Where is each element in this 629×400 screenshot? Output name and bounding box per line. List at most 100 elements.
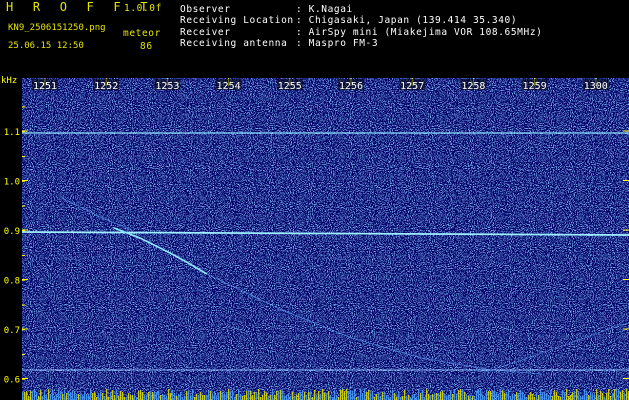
activity-bar <box>504 393 506 400</box>
activity-bar <box>564 392 566 400</box>
activity-bar <box>56 394 58 400</box>
y-tick-label: 0.6 <box>4 376 20 386</box>
activity-bar <box>190 396 192 400</box>
activity-bar <box>170 393 172 400</box>
activity-bar <box>44 391 46 400</box>
activity-bar <box>528 395 530 400</box>
activity-bar <box>224 394 226 400</box>
activity-bar <box>600 391 602 400</box>
activity-bar <box>270 395 272 400</box>
activity-bar <box>208 391 210 400</box>
activity-bar <box>154 391 156 400</box>
activity-bar <box>496 392 498 400</box>
activity-bar <box>120 391 122 400</box>
activity-bar <box>576 389 578 400</box>
activity-bar <box>552 396 554 400</box>
activity-bar <box>328 391 330 400</box>
activity-bar <box>76 394 78 400</box>
activity-bar <box>580 396 582 400</box>
activity-bar <box>458 390 460 400</box>
activity-bar <box>202 395 204 400</box>
activity-bar <box>532 394 534 400</box>
field-label-antenna: Receiving antenna <box>180 38 288 49</box>
activity-bar <box>570 395 572 400</box>
activity-bar <box>162 394 164 400</box>
x-tick-label: 1251 <box>33 81 57 92</box>
activity-bar <box>462 389 464 400</box>
activity-bar <box>206 395 208 400</box>
activity-bar <box>362 393 364 400</box>
field-label-location: Receiving Location <box>180 15 294 26</box>
activity-bar <box>284 396 286 400</box>
activity-bar <box>142 392 144 400</box>
y-tick-label: 0.7 <box>4 326 20 336</box>
spectrogram-canvas: 1251 1252 1253 1254 1255 1256 1257 1258 1259 1300 <box>22 78 629 400</box>
activity-bar <box>572 392 574 400</box>
activity-bar <box>508 389 510 400</box>
activity-bar <box>506 392 508 400</box>
activity-bar <box>310 391 312 400</box>
activity-bar <box>140 390 142 400</box>
activity-bar <box>490 391 492 400</box>
activity-bar <box>94 392 96 400</box>
activity-bar <box>296 395 298 400</box>
activity-bar <box>408 395 410 400</box>
activity-bar <box>478 389 480 400</box>
activity-bar <box>582 396 584 400</box>
x-tick-label: 1257 <box>400 81 424 92</box>
activity-bar <box>172 390 174 400</box>
activity-bar <box>212 395 214 400</box>
spectrogram-plot: 1251 1252 1253 1254 1255 1256 1257 1258 1259 1300 <box>22 78 629 400</box>
activity-bar <box>66 393 68 400</box>
activity-bar <box>474 396 476 400</box>
meteor-count: 86 <box>140 41 153 52</box>
activity-bar <box>334 390 336 400</box>
activity-bar <box>430 395 432 400</box>
activity-bar <box>22 392 24 400</box>
activity-bar <box>486 391 488 400</box>
activity-bar <box>512 394 514 400</box>
activity-bar <box>448 395 450 400</box>
activity-bar <box>242 396 244 400</box>
activity-bar <box>466 395 468 400</box>
activity-bar <box>164 395 166 400</box>
activity-bar <box>292 392 294 400</box>
activity-bar <box>42 396 44 400</box>
activity-bar <box>588 395 590 400</box>
activity-bar <box>176 396 178 400</box>
y-axis: 1.1 1.0 0.9 0.8 0.7 0.6 <box>4 128 20 386</box>
activity-bar <box>368 390 370 400</box>
activity-bar <box>596 389 598 400</box>
activity-bar <box>606 393 608 400</box>
activity-bar <box>494 391 496 400</box>
activity-bar <box>222 392 224 400</box>
activity-bar <box>314 390 316 400</box>
activity-bar <box>394 393 396 400</box>
activity-bar <box>248 390 250 400</box>
activity-bar <box>324 393 326 400</box>
activity-bar <box>376 394 378 400</box>
activity-bar <box>520 390 522 400</box>
activity-bar <box>210 391 212 400</box>
activity-bar <box>134 394 136 400</box>
activity-bar <box>360 389 362 400</box>
activity-bar <box>354 389 356 400</box>
activity-bar <box>274 395 276 400</box>
activity-bar <box>592 394 594 400</box>
activity-bar <box>370 394 372 400</box>
activity-bar <box>420 393 422 400</box>
activity-bar <box>150 391 152 400</box>
activity-bar <box>180 392 182 400</box>
filename: KN9_2506151250.png <box>8 23 106 33</box>
activity-bar <box>326 393 328 400</box>
activity-bar <box>566 389 568 400</box>
activity-bar <box>626 389 628 400</box>
activity-bar <box>186 391 188 400</box>
activity-bar <box>166 396 168 400</box>
activity-bar <box>322 389 324 400</box>
activity-bar <box>70 392 72 400</box>
activity-bar <box>258 389 260 400</box>
activity-bar <box>610 396 612 400</box>
activity-bar <box>184 396 186 400</box>
activity-bar <box>288 393 290 400</box>
